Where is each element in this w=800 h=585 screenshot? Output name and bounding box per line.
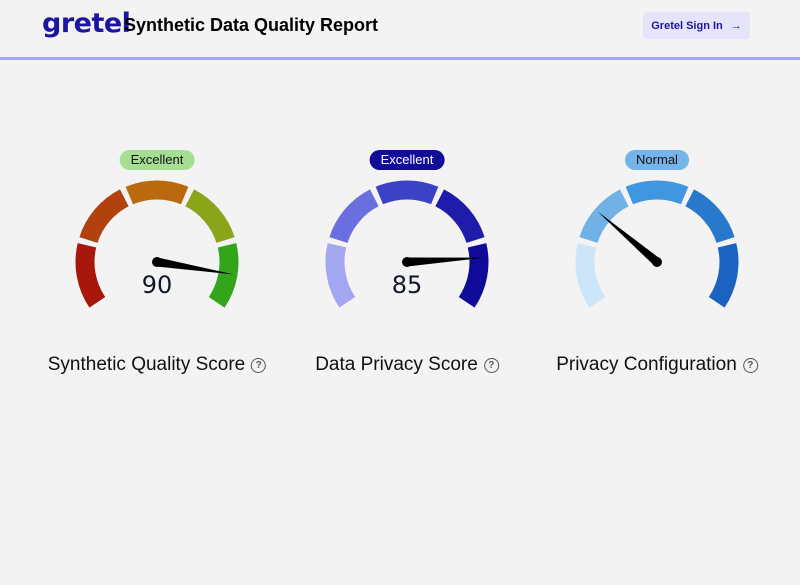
gauge-needle xyxy=(597,211,660,266)
sign-in-label: Gretel Sign In xyxy=(651,19,723,32)
needle-hub xyxy=(402,257,412,267)
gretel-logo[interactable]: gretel xyxy=(42,8,131,39)
gauge-segment xyxy=(458,243,489,308)
gauge-segment xyxy=(185,189,235,244)
gauge-segment xyxy=(375,180,439,205)
gauge-segment xyxy=(625,180,689,205)
gauge-segment xyxy=(575,243,606,308)
gauge-segment xyxy=(325,243,356,308)
gauge-segment xyxy=(125,180,189,205)
gauge-segment xyxy=(685,189,735,244)
gauge-2: Excellent 85 Data Privacy Score? xyxy=(297,148,517,388)
gauge-value: 85 xyxy=(392,271,423,299)
gauge-label: Data Privacy Score? xyxy=(315,354,499,376)
needle-hub xyxy=(152,257,162,267)
gauge-segment xyxy=(708,243,739,308)
header: gretel Synthetic Data Quality Report Gre… xyxy=(0,0,800,60)
gauge-chart xyxy=(575,180,739,308)
gauge-segment xyxy=(435,189,485,244)
rating-badge: Excellent xyxy=(119,150,195,170)
gauge-title: Data Privacy Score xyxy=(315,354,478,375)
gauge-segment xyxy=(329,189,379,244)
gauge-chart: 90 xyxy=(75,180,239,308)
gauge-segment xyxy=(75,243,106,308)
rating-badge: Normal xyxy=(625,150,689,170)
help-icon[interactable]: ? xyxy=(483,357,499,373)
gauge-1: Excellent 90 Synthetic Quality Score? xyxy=(47,148,267,388)
gauge-segment xyxy=(79,189,129,244)
page-title: Synthetic Data Quality Report xyxy=(124,15,379,35)
gauge-segment xyxy=(208,243,239,308)
arrow-right-icon: → xyxy=(730,19,742,32)
gauge-label: Synthetic Quality Score? xyxy=(47,354,267,376)
sign-in-button[interactable]: Gretel Sign In → xyxy=(643,12,750,39)
gauge-label: Privacy Configuration? xyxy=(556,354,758,376)
rating-badge: Excellent xyxy=(369,150,445,170)
help-icon[interactable]: ? xyxy=(251,357,267,373)
help-icon[interactable]: ? xyxy=(742,357,758,373)
needle-hub xyxy=(652,257,662,267)
gauge-value: 90 xyxy=(142,271,173,299)
gauge-title: Privacy Configuration xyxy=(556,354,737,375)
gauge-3: Normal Privacy Configuration? xyxy=(547,148,767,388)
gauge-chart: 85 xyxy=(325,180,489,308)
gauge-title: Synthetic Quality Score xyxy=(47,354,246,375)
